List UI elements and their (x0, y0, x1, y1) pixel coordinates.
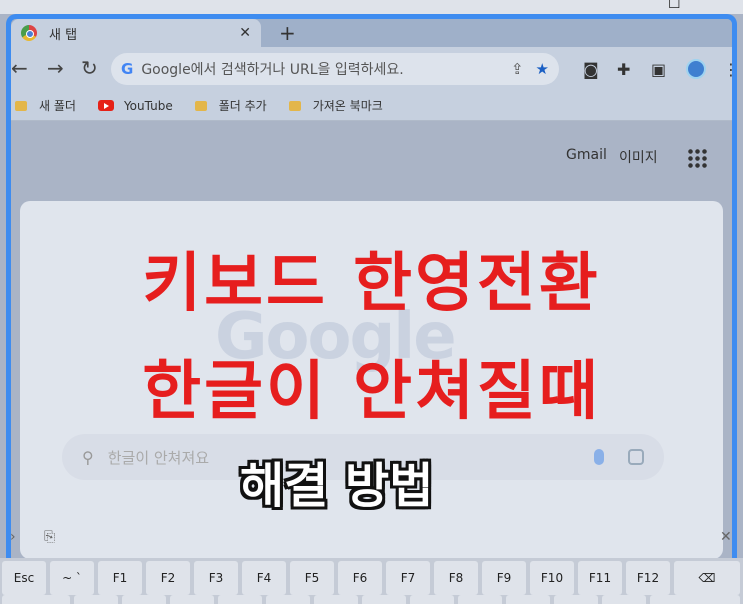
google-g-icon: G (121, 60, 134, 78)
bookmark-imported[interactable]: 가져온 북마크 (288, 97, 383, 114)
key-backspace[interactable]: ⌫ (674, 561, 740, 595)
reload-icon[interactable]: ↻ (81, 56, 98, 80)
new-tab-button[interactable]: + (279, 21, 296, 45)
key[interactable] (362, 595, 406, 604)
key-f2[interactable]: F2 (146, 561, 190, 595)
key[interactable] (266, 595, 310, 604)
forward-icon[interactable]: → (47, 56, 64, 80)
key-f12[interactable]: F12 (626, 561, 670, 595)
key[interactable] (410, 595, 454, 604)
clipboard-icon[interactable]: ⎘ (44, 529, 55, 545)
subtitle-solution: 해결 방법 (240, 458, 434, 514)
chrome-icon (21, 25, 37, 41)
key[interactable] (506, 595, 550, 604)
folder-icon (15, 100, 27, 111)
gmail-link[interactable]: Gmail (566, 147, 607, 163)
bookmark-label: 가져온 북마크 (312, 99, 383, 113)
key-f8[interactable]: F8 (434, 561, 478, 595)
key-tilde[interactable]: ~ ` (50, 561, 94, 595)
bookmark-new-folder[interactable]: 새 폴더 (15, 97, 76, 114)
profile-avatar[interactable] (686, 59, 706, 79)
key[interactable] (218, 595, 262, 604)
address-placeholder: Google에서 검색하거나 URL을 입력하세요. (141, 62, 404, 78)
youtube-icon (97, 100, 114, 111)
key-f11[interactable]: F11 (578, 561, 622, 595)
key[interactable] (458, 595, 502, 604)
folder-icon (194, 100, 207, 111)
headline-line-2: 한글이 안쳐질때 (142, 355, 601, 429)
back-icon[interactable]: ← (11, 56, 28, 80)
key-f9[interactable]: F9 (482, 561, 526, 595)
key-f1[interactable]: F1 (98, 561, 142, 595)
google-lens-icon[interactable] (628, 449, 644, 465)
bookmark-add-folder[interactable]: 폴더 추가 (194, 97, 267, 114)
key[interactable] (2, 595, 70, 604)
extensions-icon[interactable]: ✚ (617, 60, 630, 79)
share-icon[interactable]: ⇪ (511, 60, 524, 78)
address-bar[interactable]: G Google에서 검색하거나 URL을 입력하세요. ⇪ ★ (111, 53, 559, 85)
key[interactable] (554, 595, 598, 604)
bookmark-label: 폴더 추가 (218, 99, 267, 113)
key-f10[interactable]: F10 (530, 561, 574, 595)
side-panel-icon[interactable]: ▣ (651, 60, 666, 79)
window-titlebar-strip: ☐ (0, 0, 743, 14)
bookmark-youtube[interactable]: YouTube (97, 98, 173, 113)
tab-new-tab[interactable]: 새 탭 ✕ (11, 19, 261, 47)
search-icon: ⚲ (82, 447, 94, 467)
google-apps-icon[interactable] (687, 148, 707, 168)
key[interactable] (602, 595, 646, 604)
bookmark-label: 새 폴더 (39, 99, 76, 113)
key[interactable] (314, 595, 358, 604)
close-tab-icon[interactable]: ✕ (239, 25, 251, 41)
bookmark-label: YouTube (123, 98, 173, 113)
maximize-icon[interactable]: ☐ (668, 0, 681, 12)
chevron-icon: › (10, 529, 16, 545)
key[interactable] (650, 595, 740, 604)
menu-icon[interactable]: ⋮ (723, 60, 732, 79)
tab-bar: 새 탭 ✕ + (11, 19, 732, 47)
key-f4[interactable]: F4 (242, 561, 286, 595)
key-f6[interactable]: F6 (338, 561, 382, 595)
bookmarks-bar: 새 폴더 YouTube 폴더 추가 가져온 북마크 (11, 91, 732, 121)
key[interactable] (74, 595, 118, 604)
tab-title: 새 탭 (49, 27, 78, 43)
keyboard-row-2 (0, 595, 743, 604)
folder-icon (288, 100, 301, 111)
key[interactable] (122, 595, 166, 604)
camera-icon[interactable]: ◙ (583, 60, 599, 79)
bookmark-star-icon[interactable]: ★ (536, 60, 549, 78)
key[interactable] (170, 595, 214, 604)
images-link[interactable]: 이미지 (619, 147, 658, 167)
close-icon[interactable]: ✕ (720, 529, 732, 545)
headline-line-1: 키보드 한영전환 (142, 247, 601, 321)
key-f5[interactable]: F5 (290, 561, 334, 595)
key-f7[interactable]: F7 (386, 561, 430, 595)
browser-toolbar: ← → ↻ G Google에서 검색하거나 URL을 입력하세요. ⇪ ★ ◙… (11, 47, 732, 91)
clipboard-row: › ⎘ ✕ (0, 525, 743, 553)
key-esc[interactable]: Esc (2, 561, 46, 595)
microphone-icon[interactable] (594, 449, 604, 465)
key-f3[interactable]: F3 (194, 561, 238, 595)
